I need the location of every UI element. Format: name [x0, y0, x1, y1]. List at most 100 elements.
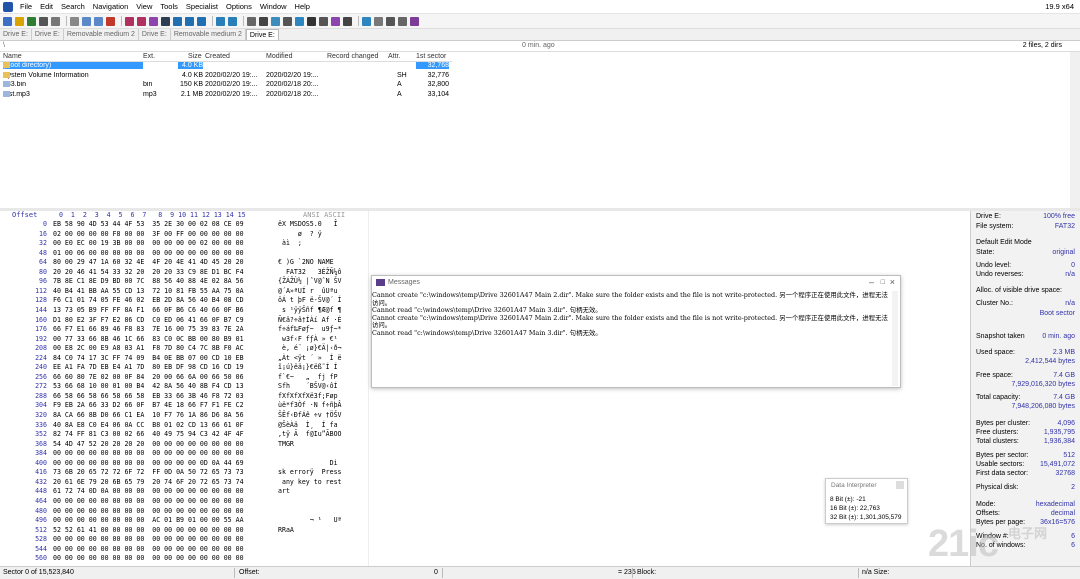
- hex-ascii[interactable]: ëX MSDOS5.0 Î: [278, 220, 368, 230]
- hex-row[interactable]: 464 00 00 00 00 00 00 00 00 00 00 00 00 0…: [0, 497, 368, 507]
- hex-row[interactable]: 336 40 8A E8 C0 E4 06 0A CC B8 01 02 CD 1…: [0, 421, 368, 431]
- menu-edit[interactable]: Edit: [36, 2, 57, 11]
- hex-ascii[interactable]: TMGR: [278, 440, 368, 450]
- directory-scrollbar[interactable]: [1070, 52, 1080, 208]
- hex-row[interactable]: 288 66 58 66 58 66 58 66 58 EB 33 66 3B 4…: [0, 392, 368, 402]
- tools-icon[interactable]: [247, 16, 256, 26]
- tab-2[interactable]: Drive E:: [32, 29, 64, 40]
- hex-ascii[interactable]: any key to rest: [278, 478, 368, 488]
- close-icon[interactable]: ×: [890, 277, 895, 287]
- maximize-icon[interactable]: □: [881, 279, 885, 286]
- menu-view[interactable]: View: [132, 2, 156, 11]
- hex-row[interactable]: 0 EB 58 90 4D 53 44 4F 53 35 2E 30 00 02 …: [0, 220, 368, 230]
- col-ext[interactable]: Ext.: [143, 53, 155, 60]
- hex-bytes[interactable]: 40 B4 41 BB AA 55 CD 13 72 10 81 FB 55 A…: [53, 287, 273, 297]
- calculator-icon[interactable]: [271, 16, 280, 26]
- find-hex-icon[interactable]: [137, 16, 146, 26]
- hex-row[interactable]: 272 53 66 68 10 00 01 00 B4 42 8A 56 40 8…: [0, 382, 368, 392]
- hex-bytes[interactable]: 66 F7 E1 66 89 46 F8 83 7E 16 00 75 39 8…: [53, 325, 273, 335]
- find-next-icon[interactable]: [161, 16, 170, 26]
- view-icon[interactable]: [374, 16, 383, 26]
- directory-row[interactable]: System Volume Information 4.0 KB 2020/02/2…: [0, 71, 452, 82]
- hex-bytes[interactable]: 20 61 6E 79 20 6B 65 79 20 74 6F 20 72 6…: [53, 478, 273, 488]
- hex-bytes[interactable]: 20 20 46 41 54 33 32 20 20 20 33 C9 8E D…: [53, 268, 273, 278]
- table-icon[interactable]: [319, 16, 328, 26]
- hex-row[interactable]: 48 01 00 06 00 00 00 00 00 00 00 00 00 00…: [0, 249, 368, 259]
- hex-bytes[interactable]: 00 00 00 00 00 00 00 00 00 00 00 00 0D 0…: [53, 459, 273, 469]
- hex-row[interactable]: 320 8A CA 66 8B D0 66 C1 EA 10 F7 76 1A 8…: [0, 411, 368, 421]
- save-icon[interactable]: [27, 16, 36, 26]
- tab-6[interactable]: Drive E:: [245, 29, 279, 40]
- hex-bytes[interactable]: 00 00 00 00 00 00 00 00 00 00 00 00 00 0…: [53, 497, 273, 507]
- hex-bytes[interactable]: 00 00 00 00 00 00 00 00 00 00 00 00 00 0…: [53, 554, 273, 564]
- hex-ascii[interactable]: art: [278, 487, 368, 497]
- hex-row[interactable]: 240 EE A1 FA 7D EB E4 A1 7D 80 EB DF 98 C…: [0, 363, 368, 373]
- hex-bytes[interactable]: EE A1 FA 7D EB E4 A1 7D 80 EB DF 98 CD 1…: [53, 363, 273, 373]
- col-first-sector[interactable]: 1st sector: [416, 53, 446, 60]
- hex-row[interactable]: 448 61 72 74 0D 0A 00 00 00 00 00 00 00 0…: [0, 487, 368, 497]
- hex-row[interactable]: 16 02 00 00 00 00 F8 00 00 3F 00 FF 00 00…: [0, 230, 368, 240]
- hex-row[interactable]: 432 20 61 6E 79 20 6B 65 79 20 74 6F 20 7…: [0, 478, 368, 488]
- replace-icon[interactable]: [149, 16, 158, 26]
- hex-row[interactable]: 160 D1 80 E2 3F F7 E2 86 CD C0 ED 06 41 6…: [0, 316, 368, 326]
- menu-help[interactable]: Help: [291, 2, 314, 11]
- hex-ascii[interactable]: î¡ú}ëä¡}€ëß˜Í Í: [278, 363, 368, 373]
- hex-bytes[interactable]: F6 C1 01 74 05 FE 46 02 EB 2D 8A 56 40 B…: [53, 296, 273, 306]
- hex-ascii[interactable]: ¬ ¹ Uª: [278, 516, 368, 526]
- hex-row[interactable]: 416 73 6B 20 65 72 72 6F 72 FF 0D 0A 50 7…: [0, 468, 368, 478]
- tab-3[interactable]: Removable medium 2: [64, 29, 139, 40]
- hex-bytes[interactable]: 01 00 06 00 00 00 00 00 00 00 00 00 00 0…: [53, 249, 273, 259]
- directory-row[interactable]: 333.bin bin 150 KB 2020/02/20 19:... 2020/02…: [0, 81, 452, 91]
- tab-5[interactable]: Removable medium 2: [171, 29, 246, 40]
- hex-bytes[interactable]: 66 60 80 7E 02 00 0F 84 20 00 66 6A 00 6…: [53, 373, 273, 383]
- tab-4[interactable]: Drive E:: [139, 29, 171, 40]
- hex-ascii[interactable]: ø ? ÿ: [278, 230, 368, 240]
- hex-editor[interactable]: Offset 0 1 2 3 4 5 6 7 8 9 10 11 12 13 1…: [0, 211, 368, 566]
- hex-row[interactable]: 32 00 E0 EC 00 19 3B 00 00 00 00 00 00 02…: [0, 239, 368, 249]
- menu-file[interactable]: File: [16, 2, 36, 11]
- col-modified[interactable]: Modified: [266, 53, 292, 60]
- book-icon[interactable]: [410, 16, 419, 26]
- hex-ascii[interactable]: ŠÊf‹ÐfÁê ÷v †ÖŠV: [278, 411, 368, 421]
- app-icon[interactable]: [3, 1, 13, 12]
- hex-row[interactable]: 176 66 F7 E1 66 89 46 F8 83 7E 16 00 75 3…: [0, 325, 368, 335]
- hex-ascii[interactable]: Sfh ´BŠV@‹ôÍ: [278, 382, 368, 392]
- hex-ascii[interactable]: fXfXfXfXë3f;Føр: [278, 392, 368, 402]
- hex-ascii[interactable]: FAT32 3ÉŽÑ¼ô: [278, 268, 368, 278]
- messages-scrollbar[interactable]: [892, 291, 898, 386]
- goto-sector-icon[interactable]: [185, 16, 194, 26]
- hex-row[interactable]: 384 00 00 00 00 00 00 00 00 00 00 00 00 0…: [0, 449, 368, 459]
- hex-bytes[interactable]: 54 4D 47 52 20 20 20 20 00 00 00 00 00 0…: [53, 440, 273, 450]
- hex-bytes[interactable]: 00 77 33 66 8B 46 1C 66 83 C0 0C BB 00 8…: [53, 335, 273, 345]
- menu-window[interactable]: Window: [256, 2, 291, 11]
- hex-bytes[interactable]: 00 00 00 00 00 00 00 00 00 00 00 00 00 0…: [53, 535, 273, 545]
- hex-row[interactable]: 496 00 00 00 00 00 00 00 00 AC 01 B9 01 0…: [0, 516, 368, 526]
- hex-row[interactable]: 128 F6 C1 01 74 05 FE 46 02 EB 2D 8A 56 4…: [0, 296, 368, 306]
- hex-bytes[interactable]: 7B 8E C1 8E D9 BD 00 7C 88 56 40 88 4E 0…: [53, 277, 273, 287]
- hex-bytes[interactable]: 40 8A E8 C0 E4 06 0A CC B8 01 02 CD 13 6…: [53, 421, 273, 431]
- hex-row[interactable]: 368 54 4D 47 52 20 20 20 20 00 00 00 00 0…: [0, 440, 368, 450]
- hex-ascii[interactable]: ùë*f3Òf ·N f÷ñþÂ: [278, 401, 368, 411]
- hex-row[interactable]: 352 82 74 FF 81 C3 00 02 66 40 49 75 94 C…: [0, 430, 368, 440]
- hex-bytes[interactable]: 80 00 29 47 1A 60 32 4E 4F 20 4E 41 4D 4…: [53, 258, 273, 268]
- paste-icon[interactable]: [94, 16, 103, 26]
- hex-icon[interactable]: [283, 16, 292, 26]
- hex-ascii[interactable]: {ŽÁŽÙ½ |ˆV@ˆN ŠV: [278, 277, 368, 287]
- hex-ascii[interactable]: s ¹ÿÿŠñf ¶Æ@f ¶: [278, 306, 368, 316]
- hex-bytes[interactable]: EB 58 90 4D 53 44 4F 53 35 2E 30 00 02 0…: [53, 220, 273, 230]
- hex-row[interactable]: 400 00 00 00 00 00 00 00 00 00 00 00 00 0…: [0, 459, 368, 469]
- col-attr[interactable]: Attr.: [388, 53, 400, 60]
- col-record-changed[interactable]: Record changed: [327, 53, 378, 60]
- directory-row[interactable]: (Root directory) 4.0 KB 32,768: [0, 62, 452, 72]
- hex-row[interactable]: 512 52 52 61 41 00 00 00 00 00 00 00 00 0…: [0, 526, 368, 536]
- goto-offset-icon[interactable]: [173, 16, 182, 26]
- hex-row[interactable]: 80 20 20 46 41 54 33 32 20 20 20 33 C9 8E…: [0, 268, 368, 278]
- hex-ascii[interactable]: Di: [278, 459, 368, 469]
- hex-ascii[interactable]: w3f‹F fƒÀ » €¹: [278, 335, 368, 345]
- menu-options[interactable]: Options: [222, 2, 256, 11]
- hex-row[interactable]: 96 7B 8E C1 8E D9 BD 00 7C 88 56 40 88 4E…: [0, 277, 368, 287]
- hex-bytes[interactable]: 84 C0 74 17 3C FF 74 09 B4 0E BB 07 00 C…: [53, 354, 273, 364]
- menu-specialist[interactable]: Specialist: [182, 2, 222, 11]
- hex-bytes[interactable]: 00 00 00 00 00 00 00 00 00 00 00 00 00 0…: [53, 507, 273, 517]
- goto-icon[interactable]: [197, 16, 206, 26]
